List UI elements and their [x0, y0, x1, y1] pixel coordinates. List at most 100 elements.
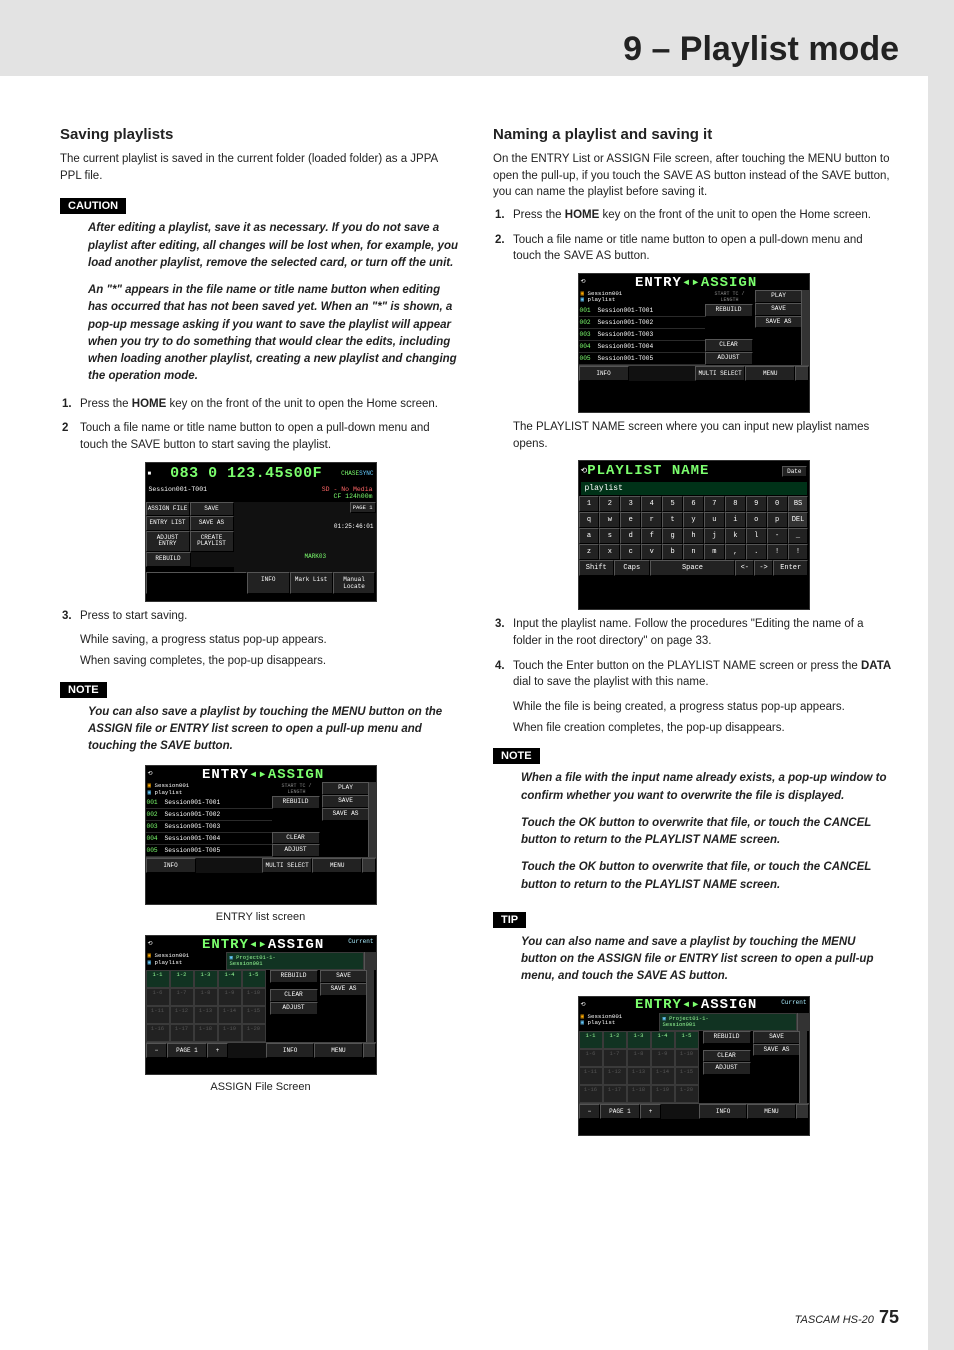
- info-button[interactable]: INFO: [266, 1043, 314, 1058]
- page-label: PAGE 1: [167, 1043, 206, 1058]
- step-4: 4. Touch the Enter button on the PLAYLIS…: [493, 658, 894, 691]
- left-column: Saving playlists The current playlist is…: [60, 120, 461, 1310]
- mark-list-button[interactable]: Mark List: [290, 572, 333, 594]
- play-button[interactable]: PLAY: [322, 782, 370, 795]
- chapter-title: 9 – Playlist mode: [623, 30, 899, 69]
- enter-key[interactable]: Enter: [773, 560, 809, 576]
- entry-saveas-illustration: ⟲ ENTRY◂▸ASSIGN ▣ Session001 ▣ playlist …: [578, 273, 810, 413]
- timer: 083 0 123.45s00F: [170, 465, 322, 482]
- save-button[interactable]: SAVE: [753, 1031, 801, 1044]
- footer: TASCAM HS-20 75: [795, 1307, 899, 1328]
- clear-button[interactable]: CLEAR: [703, 1050, 751, 1063]
- rebuild-button[interactable]: REBUILD: [703, 1031, 751, 1044]
- adjust-button[interactable]: ADJUST: [703, 1062, 751, 1075]
- info-button[interactable]: INFO: [699, 1104, 747, 1119]
- tip-text: You can also name and save a playlist by…: [493, 934, 894, 986]
- clear-button[interactable]: CLEAR: [272, 832, 320, 845]
- info-button[interactable]: INFO: [247, 572, 290, 594]
- current-label: Current: [348, 938, 373, 945]
- scroll-dots[interactable]: [366, 970, 374, 1042]
- create-playlist-button[interactable]: CREATE PLAYLIST: [190, 531, 234, 552]
- right-arrow-key[interactable]: ->: [754, 560, 773, 576]
- side-bar: [928, 0, 954, 1350]
- after-img-1: The PLAYLIST NAME screen where you can i…: [493, 419, 894, 452]
- scroll-dots[interactable]: [801, 290, 809, 365]
- play-button[interactable]: PLAY: [755, 290, 803, 303]
- multi-select-button[interactable]: MULTI SELECT: [695, 366, 745, 381]
- saving-steps-cont: 3. Press to start saving.: [60, 608, 461, 625]
- page-label: PAGE 1: [600, 1104, 639, 1119]
- page-minus[interactable]: −: [146, 1043, 168, 1058]
- session-name: Session001-T001: [149, 486, 208, 500]
- info-button[interactable]: INFO: [579, 366, 629, 381]
- space-key[interactable]: Space: [650, 560, 736, 576]
- saving-heading: Saving playlists: [60, 126, 461, 143]
- save-as-button[interactable]: SAVE AS: [753, 1044, 801, 1057]
- assign-caption: ASSIGN File Screen: [60, 1081, 461, 1093]
- step1-post: key on the front of the unit to open the…: [166, 398, 438, 410]
- caps-key[interactable]: Caps: [614, 560, 650, 576]
- assign-file-button[interactable]: ASSIGN FILE: [146, 502, 190, 517]
- scroll-dots[interactable]: [368, 782, 376, 857]
- manual-locate-button[interactable]: Manual Locate: [333, 572, 376, 594]
- product-name: TASCAM HS-20: [795, 1314, 874, 1326]
- scroll-dots[interactable]: [799, 1031, 807, 1103]
- step-3: 3. Input the playlist name. Follow the p…: [493, 616, 894, 649]
- saving-intro: The current playlist is saved in the cur…: [60, 151, 461, 184]
- right-column: Naming a playlist and saving it On the E…: [493, 120, 894, 1310]
- adjust-button[interactable]: ADJUST: [270, 1002, 318, 1015]
- kbd-title: PLAYLIST NAME: [587, 463, 709, 479]
- step1-bold: HOME: [132, 398, 167, 410]
- caution-text-1: After editing a playlist, save it as nec…: [60, 220, 461, 272]
- save-button[interactable]: SAVE: [322, 795, 370, 808]
- waveform-area: PAGE 1 01:25:46:01 MARK03: [234, 502, 376, 572]
- save-as-button[interactable]: SAVE AS: [320, 983, 368, 996]
- page-plus[interactable]: +: [207, 1043, 229, 1058]
- menu-button[interactable]: MENU: [747, 1104, 795, 1119]
- save-button[interactable]: SAVE: [320, 970, 368, 983]
- clear-button[interactable]: CLEAR: [270, 989, 318, 1002]
- save-as-button[interactable]: SAVE AS: [322, 808, 370, 821]
- note1: When a file with the input name already …: [493, 770, 894, 805]
- save-as-button[interactable]: SAVE AS: [190, 516, 234, 531]
- step3-text: Press to start saving.: [80, 610, 187, 622]
- step3-a: While saving, a progress status pop-up a…: [60, 632, 461, 649]
- note-text: You can also save a playlist by touching…: [60, 704, 461, 756]
- date-button[interactable]: Date: [782, 466, 806, 477]
- note-label: NOTE: [493, 748, 540, 764]
- name-input[interactable]: playlist: [581, 482, 807, 495]
- naming-heading: Naming a playlist and saving it: [493, 126, 894, 143]
- multi-select-button[interactable]: MULTI SELECT: [262, 858, 312, 873]
- save-button[interactable]: SAVE: [755, 303, 803, 316]
- clear-button[interactable]: CLEAR: [705, 339, 753, 352]
- adjust-button[interactable]: ADJUST: [272, 844, 320, 857]
- left-arrow-key[interactable]: <-: [735, 560, 754, 576]
- timecode: 01:25:46:01: [334, 523, 374, 530]
- entry-list-button[interactable]: ENTRY LIST: [146, 516, 190, 531]
- shift-key[interactable]: Shift: [579, 560, 615, 576]
- info-button[interactable]: INFO: [146, 858, 196, 873]
- naming-steps-cont: 3. Input the playlist name. Follow the p…: [493, 616, 894, 691]
- page-minus[interactable]: −: [579, 1104, 601, 1119]
- step-2: 2. Touch a file name or title name butto…: [493, 232, 894, 265]
- adjust-entry-button[interactable]: ADJUST ENTRY: [146, 531, 190, 552]
- step3-sub: While saving, a progress status pop-up a…: [60, 632, 461, 669]
- save-button[interactable]: SAVE: [190, 502, 234, 517]
- menu-button[interactable]: MENU: [314, 1043, 362, 1058]
- menu-button[interactable]: MENU: [745, 366, 795, 381]
- rebuild-button[interactable]: REBUILD: [272, 796, 320, 809]
- adjust-button[interactable]: ADJUST: [705, 352, 753, 365]
- rebuild-button[interactable]: REBUILD: [270, 970, 318, 983]
- saving-steps: 1. Press the HOME key on the front of th…: [60, 396, 461, 454]
- menu-button[interactable]: MENU: [312, 858, 362, 873]
- save-as-button[interactable]: SAVE AS: [755, 316, 803, 329]
- note2: Touch the OK button to overwrite that fi…: [493, 815, 894, 850]
- entry-caption: ENTRY list screen: [60, 911, 461, 923]
- page-plus[interactable]: +: [640, 1104, 662, 1119]
- naming-intro: On the ENTRY List or ASSIGN File screen,…: [493, 151, 894, 201]
- rebuild-button[interactable]: REBUILD: [146, 552, 191, 567]
- page: 9 – Playlist mode Saving playlists The c…: [0, 0, 954, 1350]
- note-label: NOTE: [60, 682, 107, 698]
- rebuild-button[interactable]: REBUILD: [705, 304, 753, 317]
- step-2: 2 Touch a file name or title name button…: [60, 420, 461, 453]
